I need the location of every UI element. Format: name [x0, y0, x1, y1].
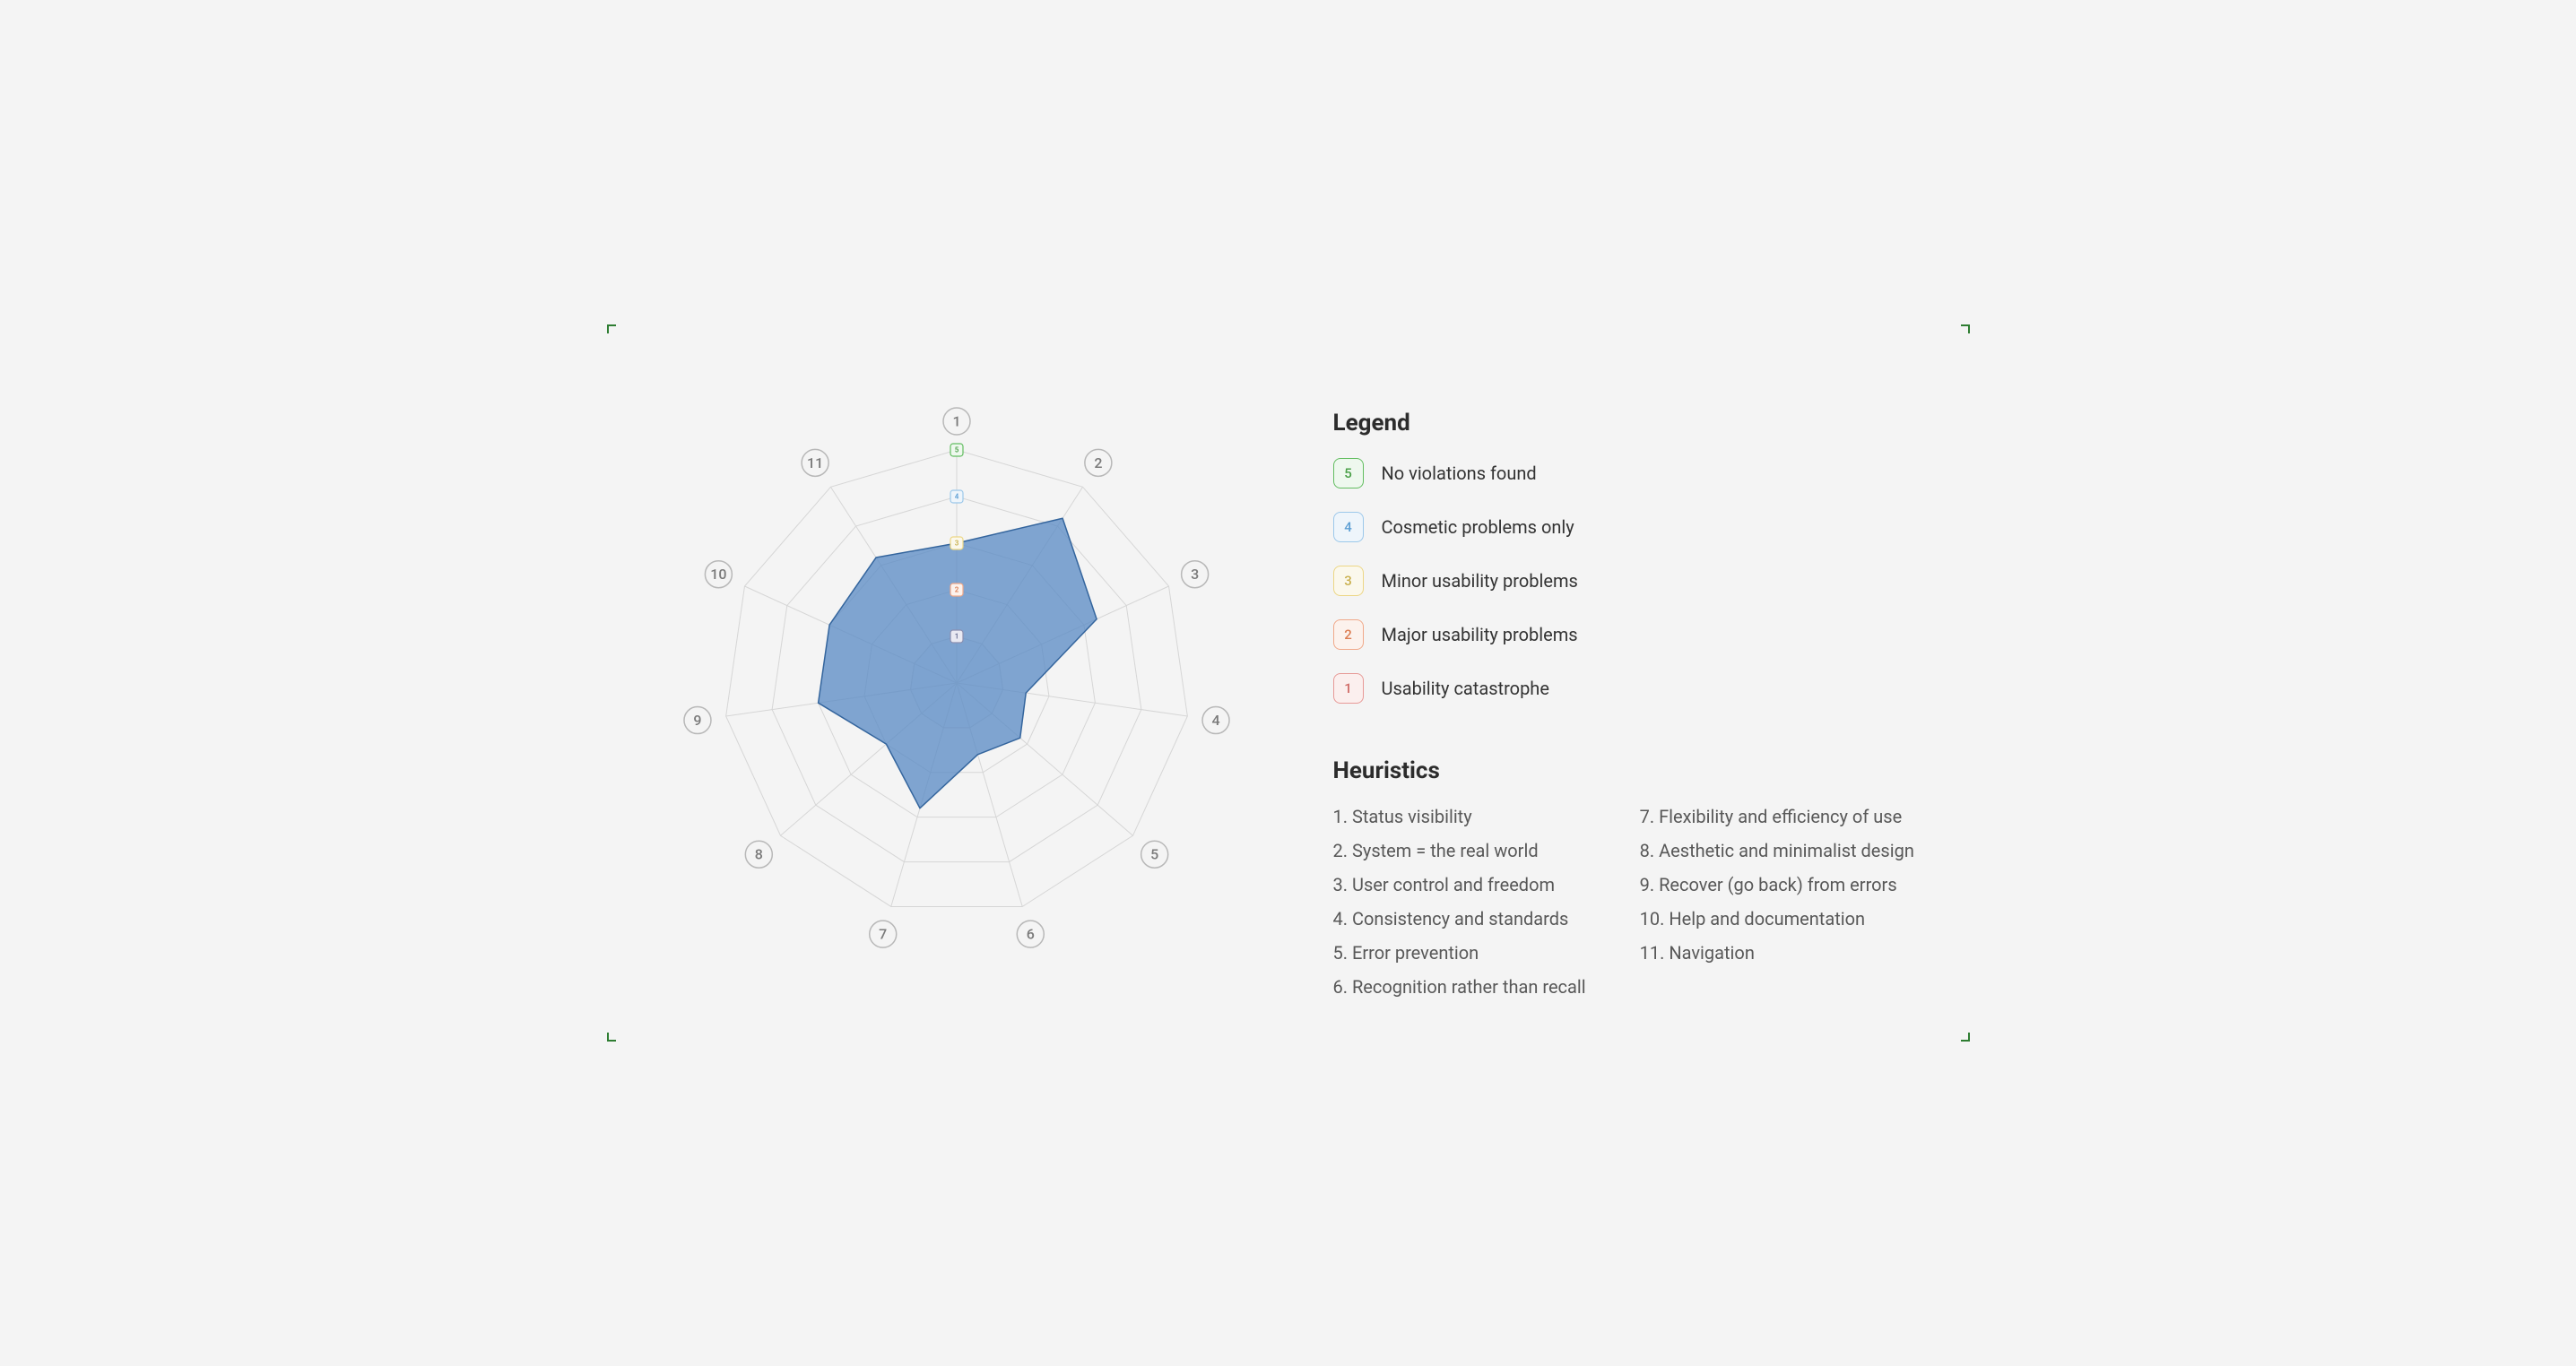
legend-label: No violations found	[1382, 463, 1537, 484]
heuristic-item: 1. Status visibility	[1333, 806, 1586, 827]
heuristic-item: 5. Error prevention	[1333, 942, 1586, 964]
legend-badge: 1	[1333, 673, 1364, 704]
svg-text:2: 2	[954, 586, 958, 594]
svg-text:1: 1	[954, 633, 958, 641]
svg-text:7: 7	[879, 926, 887, 943]
legend-badge: 5	[1333, 458, 1364, 488]
svg-text:10: 10	[710, 566, 726, 583]
legend-label: Cosmetic problems only	[1382, 516, 1574, 538]
svg-text:8: 8	[754, 846, 762, 863]
heuristic-item: 11. Navigation	[1640, 942, 1914, 964]
legend-label: Major usability problems	[1382, 624, 1578, 645]
heuristics-col-2: 7. Flexibility and efficiency of use 8. A…	[1640, 806, 1914, 998]
legend-item-2: 2 Major usability problems	[1333, 619, 1916, 650]
legend-label: Minor usability problems	[1382, 570, 1578, 592]
heuristic-item: 3. User control and freedom	[1333, 874, 1586, 895]
legend-item-1: 1 Usability catastrophe	[1333, 673, 1916, 704]
svg-text:3: 3	[1191, 566, 1199, 583]
svg-text:6: 6	[1026, 926, 1034, 943]
heuristic-item: 4. Consistency and standards	[1333, 908, 1586, 929]
svg-text:11: 11	[807, 454, 823, 471]
svg-text:5: 5	[954, 446, 958, 454]
svg-text:2: 2	[1094, 454, 1102, 471]
heuristic-item: 9. Recover (go back) from errors	[1640, 874, 1914, 895]
legend-badge: 4	[1333, 512, 1364, 542]
heuristics-col-1: 1. Status visibility 2. System = the real…	[1333, 806, 1586, 998]
legend-badge: 2	[1333, 619, 1364, 650]
legend-label: Usability catastrophe	[1382, 678, 1549, 699]
heuristic-item: 10. Help and documentation	[1640, 908, 1914, 929]
radar-chart: 1 2 3 4 5 1 2 3 4 5 6 7 8 9 10 11	[607, 324, 1306, 1042]
svg-text:9: 9	[693, 712, 701, 729]
svg-text:4: 4	[954, 493, 958, 501]
svg-text:1: 1	[952, 413, 960, 430]
legend-list: 5 No violations found 4 Cosmetic problems o…	[1333, 458, 1916, 704]
svg-text:5: 5	[1150, 846, 1158, 863]
svg-text:3: 3	[954, 540, 958, 548]
heuristic-item: 2. System = the real world	[1333, 840, 1586, 861]
heuristic-item: 8. Aesthetic and minimalist design	[1640, 840, 1914, 861]
legend-item-5: 5 No violations found	[1333, 458, 1916, 488]
heuristic-item: 7. Flexibility and efficiency of use	[1640, 806, 1914, 827]
legend-item-3: 3 Minor usability problems	[1333, 566, 1916, 596]
legend-badge: 3	[1333, 566, 1364, 596]
svg-text:4: 4	[1211, 712, 1219, 729]
heuristics-title: Heuristics	[1333, 757, 1916, 784]
legend-item-4: 4 Cosmetic problems only	[1333, 512, 1916, 542]
heuristic-item: 6. Recognition rather than recall	[1333, 976, 1586, 998]
legend-title: Legend	[1333, 410, 1916, 437]
